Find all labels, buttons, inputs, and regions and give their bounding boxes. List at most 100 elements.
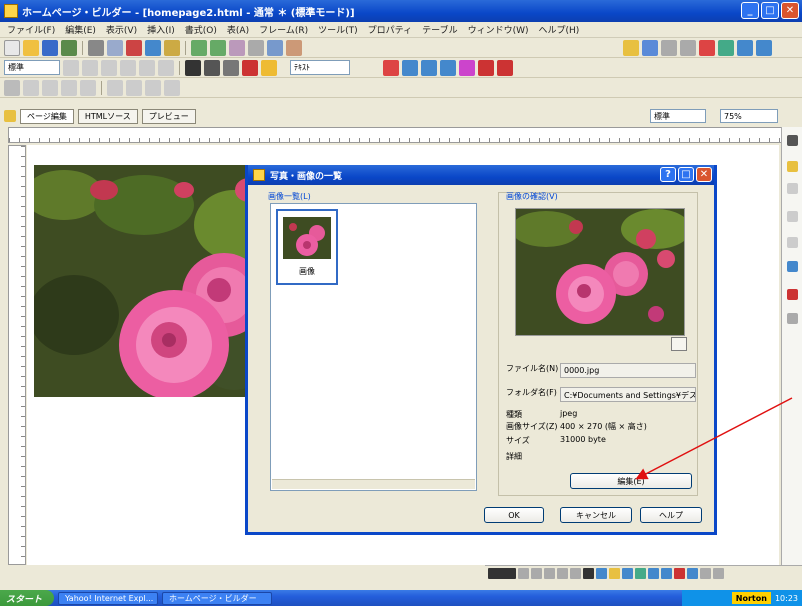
cut-icon[interactable] [126, 39, 142, 56]
refresh-icon[interactable] [718, 39, 734, 56]
copy-icon[interactable] [145, 39, 161, 56]
bottom-tool-icon[interactable] [700, 568, 711, 579]
undo-icon[interactable] [191, 39, 207, 56]
panel-folder-icon[interactable] [787, 161, 798, 172]
align-right-icon[interactable] [139, 59, 155, 76]
save-icon[interactable] [42, 39, 58, 56]
menu-insert[interactable]: 挿入(I) [142, 23, 180, 36]
insert-line-icon[interactable] [440, 59, 456, 76]
insert-image-icon[interactable] [383, 59, 399, 76]
new-file-icon[interactable] [4, 39, 20, 56]
layout-icon[interactable] [661, 39, 677, 56]
view-mode-select[interactable]: 標準 [650, 109, 706, 123]
filename-field[interactable]: 0000.jpg [560, 363, 696, 378]
menu-window[interactable]: ウィンドウ(W) [463, 23, 534, 36]
taskbar-item-homepage-builder[interactable]: ホームページ・ビルダー [162, 591, 273, 605]
close-button[interactable]: ✕ [781, 2, 799, 19]
menu-help[interactable]: ヘルプ(H) [534, 23, 585, 36]
panel-effect-icon[interactable] [787, 289, 798, 300]
start-button[interactable]: スタート [0, 590, 55, 606]
publish-icon[interactable] [61, 39, 77, 56]
bold-icon[interactable] [185, 59, 201, 76]
form-icon[interactable] [286, 39, 302, 56]
dialog-maximize-button[interactable]: □ [678, 167, 694, 182]
bottom-tool-icon[interactable] [518, 568, 529, 579]
menu-edit[interactable]: 編集(E) [60, 23, 101, 36]
italic-icon[interactable] [204, 59, 220, 76]
window-icon[interactable] [737, 39, 753, 56]
row-insert-icon[interactable] [23, 79, 39, 96]
rose-photo[interactable] [34, 165, 266, 397]
panel-property-icon[interactable] [787, 313, 798, 324]
frame-icon[interactable] [680, 39, 696, 56]
table-icon[interactable] [267, 39, 283, 56]
bottom-tool-icon[interactable] [648, 568, 659, 579]
menu-table[interactable]: 表(A) [222, 23, 254, 36]
bottom-tool-icon[interactable] [635, 568, 646, 579]
menu-tables[interactable]: テーブル [417, 23, 462, 36]
list-icon[interactable] [158, 59, 174, 76]
heading-icon[interactable] [63, 59, 79, 76]
underline-icon[interactable] [223, 59, 239, 76]
norton-badge[interactable]: Norton [731, 592, 771, 604]
style-select[interactable]: 標準 [4, 60, 60, 75]
bottom-tool-icon[interactable] [583, 568, 594, 579]
edit-image-button[interactable]: 編集(E) [570, 473, 692, 489]
insert-table-icon[interactable] [402, 59, 418, 76]
dialog-help-button[interactable]: ? [660, 167, 676, 182]
split-cell-icon[interactable] [80, 79, 96, 96]
status-toggle-icon[interactable] [488, 568, 516, 579]
tab-page-edit[interactable]: ページ編集 [20, 108, 74, 124]
zoom-select[interactable]: 75% [720, 109, 778, 123]
menu-frame[interactable]: フレーム(R) [254, 23, 313, 36]
tab-preview[interactable]: プレビュー [141, 108, 196, 124]
border-icon[interactable] [164, 79, 180, 96]
diamond-icon[interactable] [497, 59, 513, 76]
insert-effect-icon[interactable] [459, 59, 475, 76]
menu-format[interactable]: 書式(O) [180, 23, 222, 36]
preview-expand-button[interactable] [671, 337, 687, 351]
bottom-tool-icon[interactable] [622, 568, 633, 579]
maximize-button[interactable]: □ [761, 2, 779, 19]
paste-icon[interactable] [164, 39, 180, 56]
cancel-button[interactable]: キャンセル [560, 507, 632, 523]
minimize-button[interactable]: _ [741, 2, 759, 19]
bottom-tool-icon[interactable] [674, 568, 685, 579]
cell-color-icon[interactable] [145, 79, 161, 96]
panel-page-icon[interactable] [787, 211, 798, 222]
image-thumbnail[interactable]: 画像 [276, 209, 338, 285]
menu-tools[interactable]: ツール(T) [313, 23, 363, 36]
stop-icon[interactable] [699, 39, 715, 56]
preview-icon[interactable] [107, 39, 123, 56]
paragraph-icon[interactable] [82, 59, 98, 76]
ok-button[interactable]: OK [484, 507, 544, 523]
panel-text-icon[interactable] [787, 237, 798, 248]
open-folder-icon[interactable] [23, 39, 39, 56]
dialog-close-button[interactable]: ✕ [696, 167, 712, 182]
print-icon[interactable] [88, 39, 104, 56]
bottom-tool-icon[interactable] [713, 568, 724, 579]
panel-icon[interactable] [756, 39, 772, 56]
font-color-icon[interactable] [242, 59, 258, 76]
image-icon[interactable] [248, 39, 264, 56]
link-icon[interactable] [229, 39, 245, 56]
cell-valign-icon[interactable] [126, 79, 142, 96]
tab-html-source[interactable]: HTMLソース [77, 108, 138, 124]
highlight-icon[interactable] [261, 59, 277, 76]
align-left-icon[interactable] [101, 59, 117, 76]
bottom-tool-icon[interactable] [544, 568, 555, 579]
column-insert-icon[interactable] [42, 79, 58, 96]
merge-cell-icon[interactable] [61, 79, 77, 96]
bottom-tool-icon[interactable] [531, 568, 542, 579]
font-select[interactable]: ﾃｷｽﾄ [290, 60, 350, 75]
cell-align-icon[interactable] [107, 79, 123, 96]
folder-view-icon[interactable] [623, 39, 639, 56]
bottom-tool-icon[interactable] [557, 568, 568, 579]
panel-image-icon[interactable] [787, 261, 798, 272]
bottom-tool-icon[interactable] [661, 568, 672, 579]
align-center-icon[interactable] [120, 59, 136, 76]
menu-properties[interactable]: プロパティ [363, 23, 417, 36]
table-insert-icon[interactable] [4, 79, 20, 96]
panel-list-icon[interactable] [787, 183, 798, 194]
site-view-icon[interactable] [642, 39, 658, 56]
